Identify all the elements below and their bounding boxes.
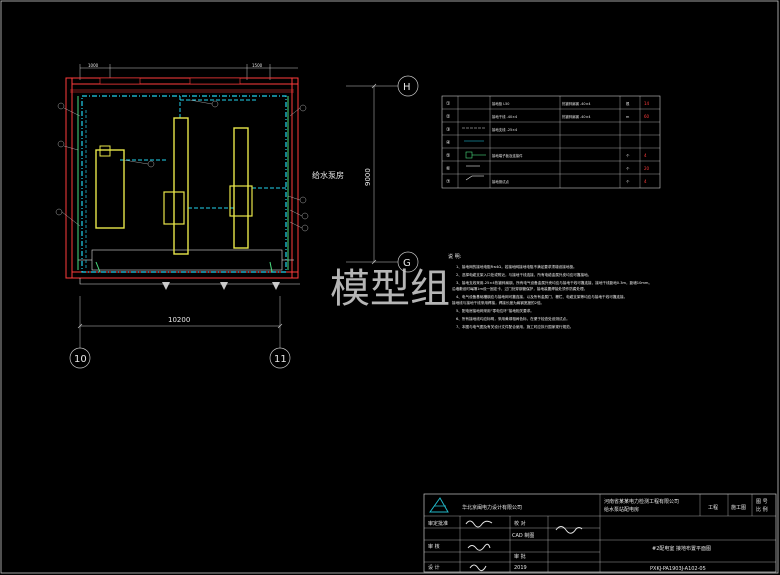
legend-unit-1: 根	[626, 101, 630, 106]
legend-name-1: 接地极 L50	[492, 101, 509, 106]
note-3b: 沿墙敷设时每隔1m设一固定卡，过门处穿钢管保护，接地装置焊接处须作防腐处理。	[452, 286, 587, 291]
grounding-loop	[81, 95, 287, 273]
legend-no-4: ④	[446, 140, 451, 146]
legend-name-2: 接地干线 -40×4	[492, 114, 517, 119]
note-1: 1、接地网的接地电阻R≤4Ω，若接地网接地电阻不满足要求须增设接地极。	[456, 264, 577, 269]
legend-table: ① ② ③ ④ ⑤ ⑥ ⑦ 接地极 L50 接地干线 -40×4 接地支线 -2…	[441, 95, 661, 189]
note-6: 6、所有接地线均应标明，采用黄绿相间色标，在便于检查处设测试点。	[456, 316, 570, 321]
cad-label: CAD 制图	[512, 532, 534, 539]
notes-block: 说 明: 1、接地网的接地电阻R≤4Ω，若接地网接地电阻不满足要求须增设接地极。…	[448, 253, 652, 329]
stage-label: 工程	[708, 504, 718, 511]
stage-value: 施工图	[731, 504, 746, 511]
note-5: 5、配电房接地网采用“零电位环”接地相关要求。	[456, 308, 534, 313]
cabinet-mid	[173, 117, 189, 255]
client-line2: 给水泵站配电房	[604, 506, 639, 513]
legend-spec-1: 热镀锌扁钢 -40×4	[562, 101, 591, 106]
note-2: 2、选择电缆支架入口处或附近，与接地干线连接，所有电缆金属外皮均应可靠接地。	[456, 272, 591, 277]
legend-name-5: 接地端子板及连接件	[492, 153, 523, 158]
drawing-title: #2配电室 接地布置平面图	[652, 545, 711, 552]
legend-spec-2: 热镀锌扁钢 -40×4	[562, 114, 591, 119]
axis-10: 10	[74, 354, 87, 365]
legend-qty-6: 20	[644, 166, 650, 171]
dim-height: 9000	[364, 168, 372, 186]
watermark: 模型组	[330, 266, 450, 312]
note-4b: 接地线与接地干线采用焊接，焊接长度为扁钢宽度的2倍。	[452, 300, 544, 305]
company-logo	[429, 497, 449, 513]
dim-top-1: 1000	[88, 63, 99, 68]
vertical-axis: 9000 H G	[346, 75, 419, 273]
legend-qty-7: 4	[644, 179, 647, 184]
dim-top-2: 1500	[252, 63, 263, 68]
signatures	[465, 520, 583, 572]
design-label: 校 对	[514, 520, 526, 527]
room-label: 给水泵房	[312, 170, 344, 180]
legend-unit-6: 个	[626, 166, 630, 171]
note-3: 3、接地支线采用-25×4热镀锌扁钢，所有电气设备金属外壳均应与接地干线可靠连接…	[456, 280, 652, 285]
axis-11: 11	[274, 354, 287, 365]
role-review: 审 核	[428, 543, 440, 550]
legend-qty-1: 14	[644, 101, 650, 106]
legend-unit-7: 个	[626, 179, 630, 184]
note-4: 4、电气设备基础槽钢应与接地网可靠连接，以及所有金属门、栅栏、电缆支架等均应与接…	[456, 294, 627, 299]
legend-no-6: ⑥	[446, 166, 451, 172]
legend-qty-5: 4	[644, 153, 647, 158]
legend-no-7: ⑦	[446, 179, 451, 185]
legend-no-1: ①	[446, 101, 451, 107]
drawing-number: PXKJ-PA1903J-A102-05	[650, 566, 706, 572]
legend-unit-2: m	[626, 115, 630, 119]
legend-unit-5: 个	[626, 153, 630, 158]
legend-name-7: 接地测试点	[492, 179, 510, 184]
legend-qty-2: 60	[644, 114, 650, 119]
legend-no-2: ②	[446, 114, 451, 120]
note-7: 7、本图与电气图及有关设计文件配合使用，施工时应执行国家现行规范。	[456, 324, 573, 329]
sheet-label-1: 图 号	[756, 499, 768, 505]
floor-plan: 1000 1500 给水泵房 10200 10 11	[55, 63, 344, 369]
sheet-label-2: 比 例	[756, 506, 768, 513]
dim-width: 10200	[168, 316, 190, 324]
legend-no-5: ⑤	[446, 153, 450, 159]
cabinet-right	[233, 127, 249, 249]
legend-no-3: ③	[446, 127, 450, 133]
role-design: 设 计	[428, 564, 440, 571]
company-name: 华北京闽电力设计有限公司	[462, 504, 522, 511]
axis-H: H	[403, 82, 411, 93]
cad-drawing: 1000 1500 给水泵房 10200 10 11 9000 H G 模型组 …	[0, 0, 779, 574]
legend-name-3: 接地支线 -25×4	[492, 127, 517, 132]
cabinet-left	[95, 149, 125, 229]
verify-label: 审 批	[514, 553, 526, 560]
role-approve: 审定批准	[428, 520, 448, 527]
title-block: 华北京闽电力设计有限公司 河南省某某电力检测工程有限公司 给水泵站配电房 工程 …	[423, 493, 777, 573]
client-line1: 河南省某某电力检测工程有限公司	[604, 498, 679, 505]
year: 2019	[514, 565, 527, 571]
notes-title: 说 明:	[448, 253, 462, 260]
